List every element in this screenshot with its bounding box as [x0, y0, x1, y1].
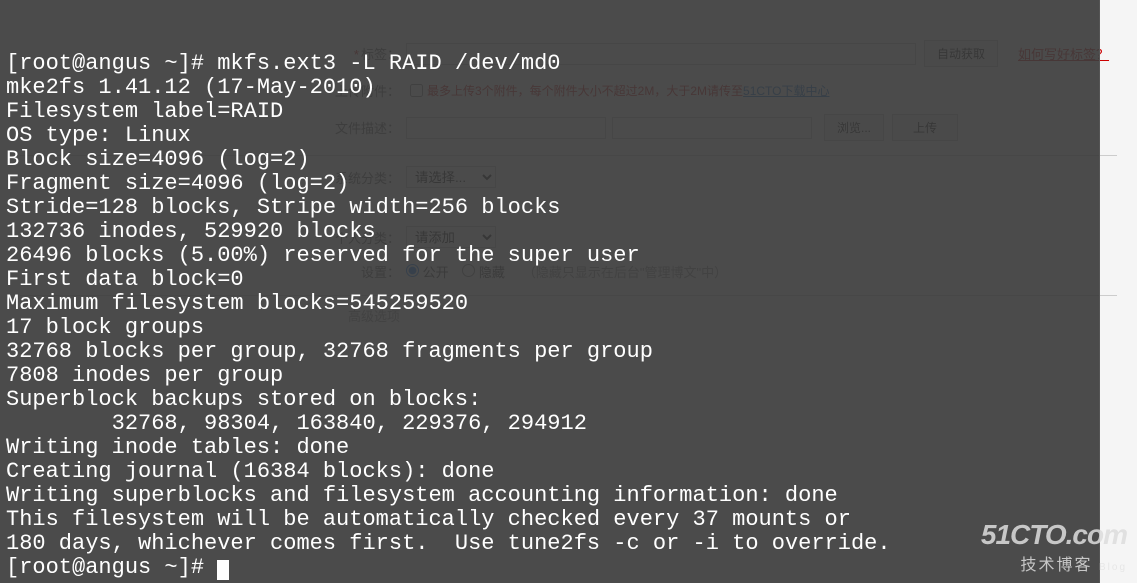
terminal-line: 180 days, whichever comes first. Use tun…: [6, 532, 1093, 556]
terminal-window[interactable]: [root@angus ~]# mkfs.ext3 -L RAID /dev/m…: [0, 0, 1100, 583]
terminal-line: mke2fs 1.41.12 (17-May-2010): [6, 76, 1093, 100]
watermark-logo: 51CTO.com: [981, 519, 1127, 551]
terminal-cursor: [217, 560, 229, 580]
terminal-line: Block size=4096 (log=2): [6, 148, 1093, 172]
terminal-line: 132736 inodes, 529920 blocks: [6, 220, 1093, 244]
terminal-line: 17 block groups: [6, 316, 1093, 340]
terminal-line: Superblock backups stored on blocks:: [6, 388, 1093, 412]
terminal-line: Maximum filesystem blocks=545259520: [6, 292, 1093, 316]
terminal-line: Stride=128 blocks, Stripe width=256 bloc…: [6, 196, 1093, 220]
terminal-line: OS type: Linux: [6, 124, 1093, 148]
terminal-line: Fragment size=4096 (log=2): [6, 172, 1093, 196]
watermark-subtitle: 技术博客 Blog: [981, 551, 1127, 575]
terminal-line: Creating journal (16384 blocks): done: [6, 460, 1093, 484]
watermark: 51CTO.com 技术博客 Blog: [981, 519, 1127, 575]
terminal-line: This filesystem will be automatically ch…: [6, 508, 1093, 532]
terminal-line: First data block=0: [6, 268, 1093, 292]
terminal-prompt-line: [root@angus ~]#: [6, 556, 1093, 580]
terminal-line: 26496 blocks (5.00%) reserved for the su…: [6, 244, 1093, 268]
terminal-output: [root@angus ~]# mkfs.ext3 -L RAID /dev/m…: [6, 52, 1093, 556]
terminal-prompt: [root@angus ~]#: [6, 555, 217, 580]
terminal-line: Writing superblocks and filesystem accou…: [6, 484, 1093, 508]
terminal-line: 7808 inodes per group: [6, 364, 1093, 388]
terminal-line: [root@angus ~]# mkfs.ext3 -L RAID /dev/m…: [6, 52, 1093, 76]
terminal-line: 32768, 98304, 163840, 229376, 294912: [6, 412, 1093, 436]
terminal-line: Writing inode tables: done: [6, 436, 1093, 460]
terminal-line: Filesystem label=RAID: [6, 100, 1093, 124]
terminal-line: 32768 blocks per group, 32768 fragments …: [6, 340, 1093, 364]
